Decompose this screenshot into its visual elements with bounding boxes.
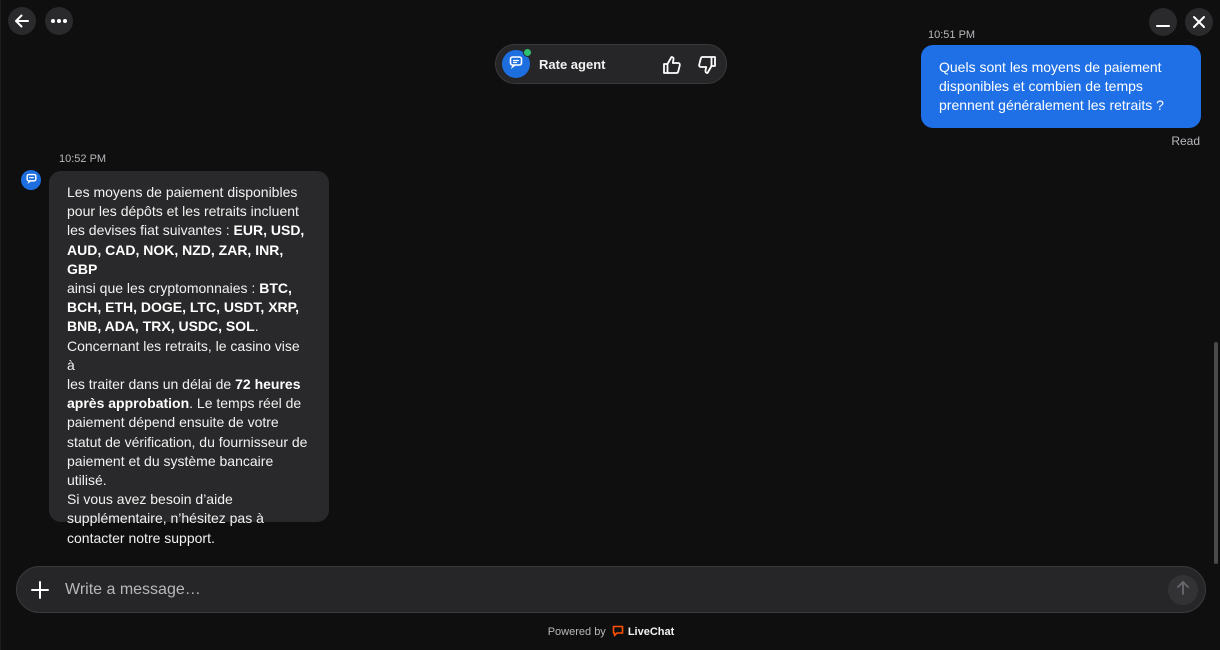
- message-line: les traiter dans un délai de 72 heures: [67, 375, 311, 394]
- user-message-time: 10:51 PM: [928, 29, 976, 41]
- scrollbar-thumb[interactable]: [1214, 342, 1218, 564]
- chat-window: Rate agent 10:51 PM Quels sont les moyen…: [0, 0, 1220, 650]
- more-dots-icon: [50, 18, 68, 24]
- bold-run: 72 heures: [235, 376, 301, 393]
- message-line: BCH, ETH, DOGE, LTC, USDT, XRP,: [67, 298, 311, 317]
- plus-icon[interactable]: [30, 580, 50, 600]
- message-line: paiement dépend ensuite de votre: [67, 414, 279, 431]
- message-line: Quels sont les moyens de paiement: [939, 59, 1162, 75]
- message-line: Concernant les retraits, le casino vise …: [67, 337, 300, 373]
- chat-bubble-icon: [509, 55, 523, 74]
- message-line: supplémentaire, n’hésitez pas à: [67, 510, 264, 527]
- text-run: .: [254, 318, 259, 335]
- message-input[interactable]: [65, 575, 1155, 605]
- agent-avatar-small: [21, 170, 41, 190]
- close-button[interactable]: [1185, 8, 1213, 36]
- bold-run: après approbation: [67, 395, 190, 412]
- thumbs-down-icon[interactable]: [696, 54, 718, 76]
- back-arrow-icon: [13, 12, 31, 30]
- powered-by-label: Powered by: [547, 626, 606, 638]
- bold-run: BNB, ADA, TRX, USDC, SOL: [67, 318, 255, 335]
- bold-run: EUR, USD,: [233, 222, 305, 239]
- send-arrow-icon: [1175, 580, 1191, 601]
- message-line: statut de vérification, du fournisseur d…: [67, 433, 308, 450]
- text-run: les devises fiat suivantes :: [67, 222, 234, 239]
- message-line: ainsi que les cryptomonnaies : BTC,: [67, 279, 311, 298]
- livechat-logo-icon: [612, 625, 624, 640]
- chat-bubble-icon: [25, 171, 37, 189]
- user-message-bubble: Quels sont les moyens de paiement dispon…: [921, 45, 1201, 128]
- more-options-button[interactable]: [45, 7, 73, 35]
- message-line: les devises fiat suivantes : EUR, USD,: [67, 221, 311, 240]
- message-line: Si vous avez besoin d’aide: [67, 491, 233, 508]
- message-line: après approbation. Le temps réel de: [67, 394, 311, 413]
- message-line: disponibles et combien de temps: [939, 78, 1143, 94]
- agent-avatar: [502, 48, 532, 78]
- message-line: contacter notre support.: [67, 529, 215, 546]
- read-receipt: Read: [1171, 134, 1200, 148]
- back-button[interactable]: [8, 7, 36, 35]
- send-button[interactable]: [1168, 575, 1198, 605]
- agent-message-time: 10:52 PM: [59, 153, 107, 165]
- message-line: pour les dépôts et les retraits incluent: [67, 203, 299, 220]
- text-run: . Le temps réel de: [189, 395, 302, 412]
- bold-run: BCH, ETH, DOGE, LTC, USDT, XRP,: [67, 299, 300, 316]
- bold-run: AUD, CAD, NOK, NZD, ZAR, INR, GBP: [67, 241, 284, 277]
- message-line: prennent généralement les retraits ?: [939, 97, 1164, 113]
- text-run: les traiter dans un délai de: [67, 376, 236, 393]
- message-line: paiement et du système bancaire: [67, 452, 274, 469]
- text-run: ainsi que les cryptomonnaies :: [67, 280, 260, 297]
- message-line: Les moyens de paiement disponibles: [67, 184, 298, 200]
- bold-run: BTC,: [259, 280, 292, 297]
- agent-message-bubble: Les moyens de paiement disponibles pour …: [49, 171, 329, 546]
- minimize-button[interactable]: [1149, 8, 1177, 36]
- message-composer: [16, 566, 1206, 613]
- rate-agent-label: Rate agent: [539, 56, 606, 72]
- thumbs-up-icon[interactable]: [661, 54, 683, 76]
- close-icon: [1192, 15, 1206, 29]
- message-line: utilisé.: [67, 472, 107, 489]
- rate-agent-bar: Rate agent: [495, 44, 727, 84]
- message-line: BNB, ADA, TRX, USDC, SOL.: [67, 317, 311, 336]
- online-status-dot: [523, 48, 532, 57]
- minimize-icon: [1155, 14, 1171, 30]
- message-line: AUD, CAD, NOK, NZD, ZAR, INR, GBP: [67, 241, 311, 279]
- livechat-brand-link[interactable]: LiveChat: [628, 626, 674, 638]
- powered-by-footer: Powered by LiveChat: [1, 625, 1220, 639]
